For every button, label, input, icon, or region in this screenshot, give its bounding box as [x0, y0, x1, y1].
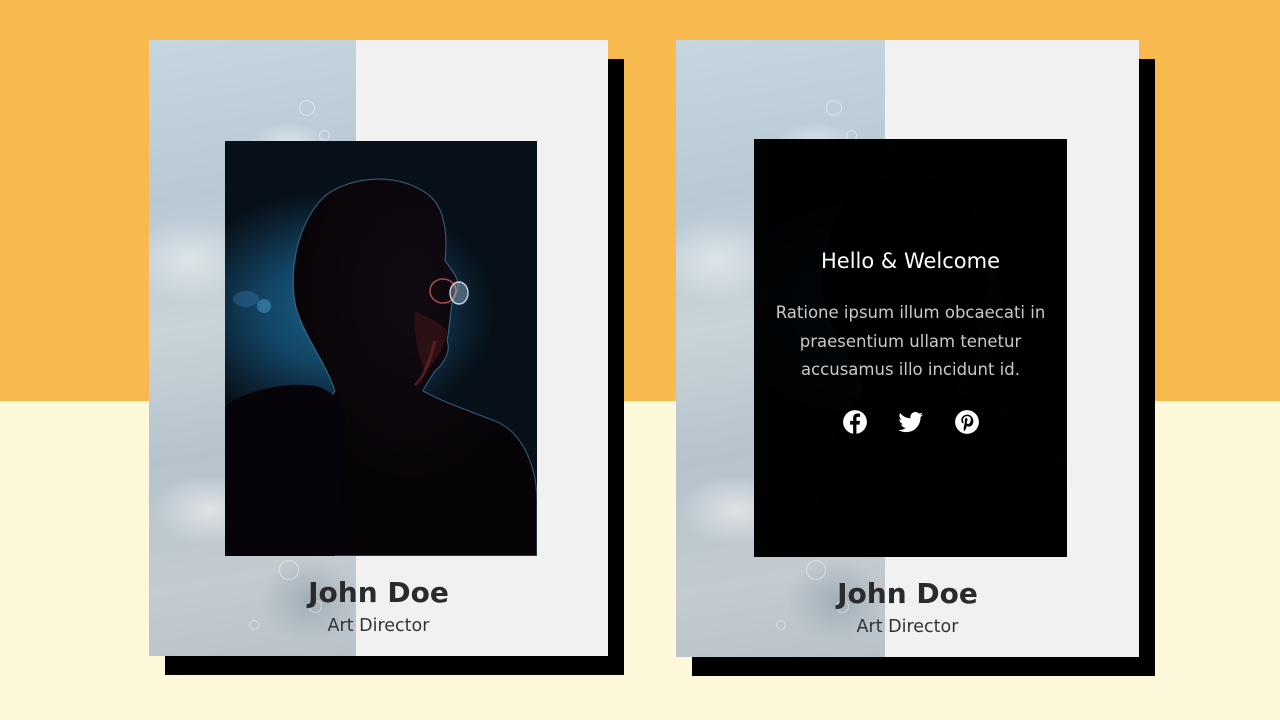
team-member-card[interactable]: John Doe Art Director	[149, 40, 608, 656]
portrait-silhouette	[225, 178, 537, 556]
member-role: Art Director	[327, 616, 430, 636]
profile-photo[interactable]: Hello & Welcome Ratione ipsum illum obca…	[754, 139, 1067, 557]
member-role: Art Director	[856, 617, 959, 637]
overlay-description: Ratione ipsum illum obcaecati in praesen…	[775, 303, 1046, 379]
profile-photo	[225, 141, 537, 556]
hover-overlay: Hello & Welcome Ratione ipsum illum obca…	[754, 139, 1067, 557]
team-member-card[interactable]: Hello & Welcome Ratione ipsum illum obca…	[676, 40, 1139, 657]
facebook-icon[interactable]	[842, 409, 868, 435]
twitter-icon[interactable]	[897, 409, 924, 435]
member-name: John Doe	[837, 577, 978, 610]
overlay-title: Hello & Welcome	[820, 249, 1000, 273]
social-links	[754, 409, 1067, 435]
team-cards-page: John Doe Art Director Hello & Welcome Ra…	[0, 0, 1280, 720]
pinterest-icon[interactable]	[954, 409, 980, 435]
member-name: John Doe	[308, 576, 449, 609]
